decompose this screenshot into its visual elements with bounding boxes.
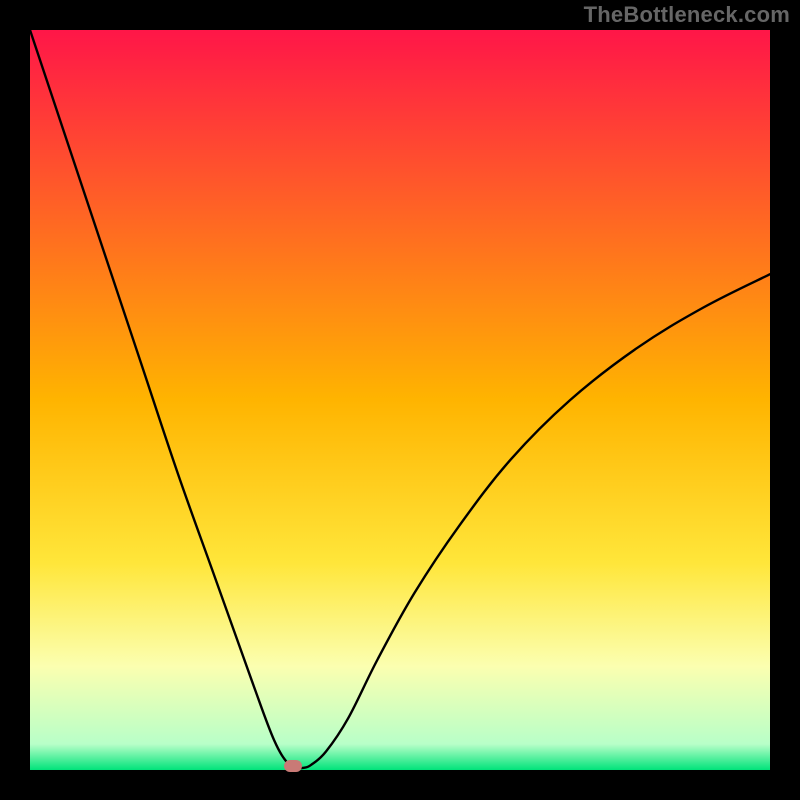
- watermark-text: TheBottleneck.com: [584, 2, 790, 28]
- chart-frame: TheBottleneck.com: [0, 0, 800, 800]
- optimal-point-marker: [284, 760, 302, 772]
- bottleneck-curve: [30, 30, 770, 770]
- plot-area: [30, 30, 770, 770]
